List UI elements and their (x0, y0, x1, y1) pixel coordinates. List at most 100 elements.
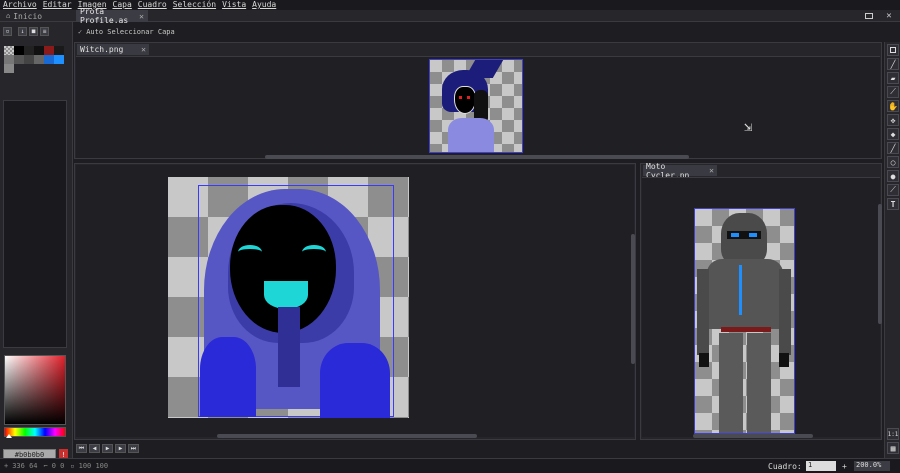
first-frame-button[interactable]: ⏮ (76, 444, 87, 453)
horizontal-scrollbar[interactable] (217, 434, 477, 438)
hand-icon[interactable]: ✋ (887, 100, 899, 112)
tab-document[interactable]: Prota Profile.as ✕ (76, 7, 148, 25)
window-close-button[interactable]: ✕ (880, 10, 898, 22)
panel-tab-witch-label: Witch.png (80, 45, 124, 54)
menu-archivo[interactable]: Archivo (3, 0, 37, 10)
move-icon[interactable]: ✥ (887, 114, 899, 126)
canvas-viewport-witch[interactable]: ⇲ (76, 56, 880, 158)
menu-ayuda[interactable]: Ayuda (252, 0, 276, 10)
horizontal-scrollbar[interactable] (265, 155, 689, 159)
palette-swatch[interactable] (54, 55, 64, 64)
palette-swatch[interactable] (24, 46, 34, 55)
witch-hat-tip (464, 60, 504, 78)
palette-swatch[interactable] (4, 46, 14, 55)
helmet (721, 213, 767, 265)
canvas-size-icon: ▫ (70, 462, 75, 470)
actual-size-button[interactable]: 1:1 (887, 428, 899, 440)
palette-swatch[interactable] (54, 46, 64, 55)
vertical-scrollbar[interactable] (631, 234, 635, 364)
fullscreen-button[interactable] (860, 10, 878, 22)
palette-swatch[interactable] (14, 46, 24, 55)
palette-swatch[interactable] (34, 55, 44, 64)
left-shoulder (200, 337, 256, 417)
tab-home-label: Inicio (13, 11, 43, 21)
cursor-coords: 336 64 (12, 462, 38, 470)
close-icon[interactable]: ✕ (709, 166, 714, 175)
canvas-viewport-main[interactable] (76, 165, 634, 437)
palette-swatch[interactable] (44, 55, 54, 64)
line-icon[interactable]: ╱ (887, 142, 899, 154)
witch-sprite (429, 59, 523, 153)
horizontal-scrollbar[interactable] (693, 434, 813, 438)
moto-sprite (694, 208, 795, 434)
tab-home[interactable]: ⌂ Inicio (2, 10, 68, 22)
belt (721, 327, 771, 332)
eraser-icon[interactable]: ▰ (887, 72, 899, 84)
palette-swatch[interactable] (4, 55, 14, 64)
list-icon[interactable]: ≡ (40, 27, 49, 36)
menu-seleccion[interactable]: Selección (173, 0, 216, 10)
fill-icon[interactable]: ◆ (887, 128, 899, 140)
layers-list[interactable] (3, 100, 67, 348)
witch-eye (467, 96, 470, 99)
prev-frame-button[interactable]: ◀ (89, 444, 100, 453)
lock-icon[interactable]: ▫ (3, 27, 12, 36)
menu-vista[interactable]: Vista (222, 0, 246, 10)
toolbox: ╱ ▰ ⟋ ✋ ✥ ◆ ╱ ○ ● ⟋ T 1:1 ▦ (884, 42, 900, 473)
canvas-panel-main (74, 163, 636, 440)
panel-tab-witch[interactable]: Witch.png ✕ (77, 44, 149, 55)
right-arm (779, 269, 791, 355)
brush-icon[interactable]: ⟋ (887, 86, 899, 98)
left-panel: ▫ ↓ ■ ≡ #b0b0b0 ! (0, 22, 73, 473)
text-icon[interactable]: T (887, 198, 899, 210)
canvas-size: 100 100 (78, 462, 109, 470)
menu-editar[interactable]: Editar (43, 0, 72, 10)
torso (707, 259, 783, 329)
check-icon[interactable]: ✓ (78, 28, 82, 36)
move-cursor-icon: ⇲ (744, 119, 753, 135)
left-eye (238, 245, 262, 259)
zoom-in-button[interactable]: + (842, 462, 847, 471)
next-frame-button[interactable]: ▶ (115, 444, 126, 453)
zoom-field[interactable]: 200.0% (854, 461, 890, 471)
moto-eye (749, 233, 757, 237)
selection-icon: ⌐ (43, 462, 48, 470)
folder-icon[interactable]: ■ (29, 27, 38, 36)
close-icon[interactable]: ✕ (141, 45, 146, 54)
left-leg (719, 333, 743, 433)
palette-swatch[interactable] (4, 64, 14, 73)
grid-icon[interactable]: ▦ (887, 442, 899, 454)
right-eye (302, 245, 326, 259)
vertical-scrollbar[interactable] (878, 204, 882, 324)
download-icon[interactable]: ↓ (18, 27, 27, 36)
selection-size: 0 0 (51, 462, 65, 470)
palette-swatch[interactable] (44, 46, 54, 55)
play-button[interactable]: ▶ (102, 444, 113, 453)
hue-slider[interactable] (4, 427, 66, 437)
witch-body (448, 118, 494, 152)
eyedropper-icon[interactable]: ⟋ (887, 184, 899, 196)
rect-select-icon[interactable] (887, 44, 899, 56)
ellipse-icon[interactable]: ○ (887, 156, 899, 168)
canvas-viewport-moto[interactable] (642, 177, 880, 437)
last-frame-button[interactable]: ⏭ (128, 444, 139, 453)
menu-cuadro[interactable]: Cuadro (138, 0, 167, 10)
panel-tab-moto[interactable]: Moto Cycler.pn ✕ (643, 162, 717, 180)
palette-toolbar: ▫ ↓ ■ ≡ (3, 27, 49, 36)
palette-swatch[interactable] (24, 55, 34, 64)
jacket-stripe (739, 265, 742, 315)
auto-select-label: Auto Seleccionar Capa (86, 28, 175, 36)
pencil-icon[interactable]: ╱ (887, 58, 899, 70)
left-arm (697, 269, 709, 355)
frame-input[interactable]: 1 (806, 461, 836, 471)
fullscreen-icon (865, 13, 873, 19)
moto-eye (731, 233, 739, 237)
cursor-icon: + (4, 462, 9, 470)
close-icon[interactable]: ✕ (139, 12, 144, 21)
palette-swatch[interactable] (34, 46, 44, 55)
blur-icon[interactable]: ● (887, 170, 899, 182)
auto-select-option[interactable]: ✓ Auto Seleccionar Capa (78, 28, 175, 36)
color-picker[interactable] (4, 355, 66, 425)
palette-swatch[interactable] (14, 55, 24, 64)
status-bar: + 336 64 ⌐ 0 0 ▫ 100 100 Cuadro: 1 + 200… (0, 458, 900, 473)
